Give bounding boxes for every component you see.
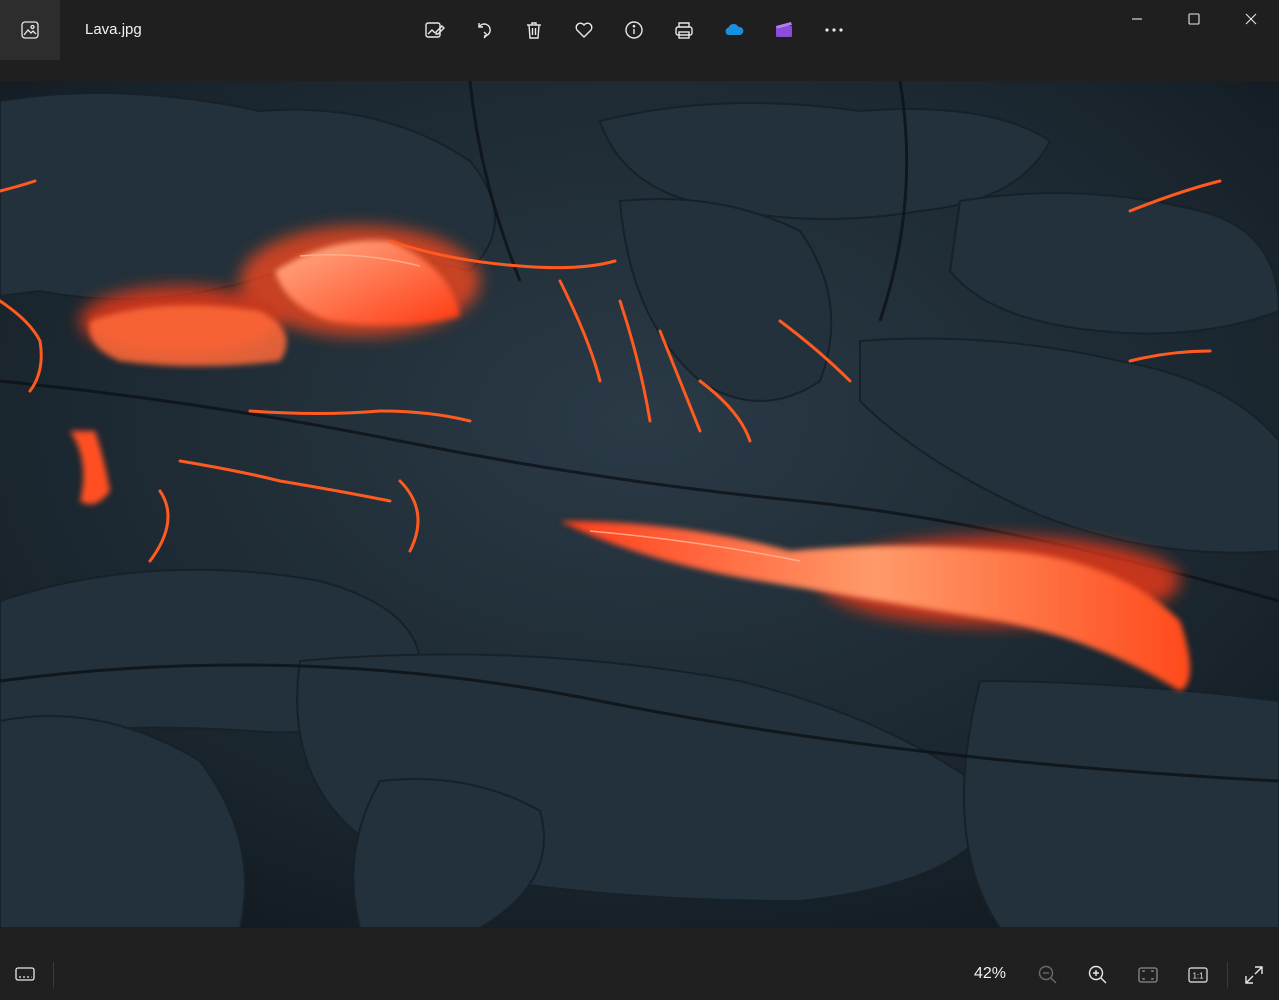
edit-image-button[interactable] bbox=[414, 10, 454, 50]
file-name-title: Lava.jpg bbox=[85, 21, 142, 38]
onedrive-cloud-icon bbox=[725, 24, 744, 35]
actual-size-button[interactable]: 1:1 bbox=[1178, 955, 1218, 995]
fit-to-window-icon bbox=[1138, 967, 1158, 983]
close-icon bbox=[1245, 13, 1256, 25]
window-controls bbox=[1108, 0, 1279, 38]
divider bbox=[1227, 962, 1228, 988]
clipchamp-icon bbox=[776, 22, 792, 37]
more-options-icon bbox=[825, 28, 843, 32]
actual-size-label: 1:1 bbox=[1192, 972, 1204, 981]
delete-button[interactable] bbox=[514, 10, 554, 50]
zoom-out-button[interactable] bbox=[1028, 955, 1068, 995]
close-button[interactable] bbox=[1222, 0, 1279, 38]
print-icon bbox=[675, 22, 693, 39]
onedrive-button[interactable] bbox=[714, 10, 754, 50]
print-button[interactable] bbox=[664, 10, 704, 50]
zoom-level: 42% bbox=[974, 965, 1007, 982]
filmstrip-toggle-button[interactable] bbox=[5, 952, 45, 996]
maximize-button[interactable] bbox=[1165, 0, 1222, 38]
delete-icon bbox=[527, 22, 541, 39]
actual-size-icon: 1:1 bbox=[1188, 967, 1208, 983]
edit-image-icon bbox=[425, 22, 445, 38]
expand-icon bbox=[1245, 966, 1263, 984]
favorite-button[interactable] bbox=[564, 10, 604, 50]
zoom-out-icon bbox=[1038, 965, 1057, 984]
maximize-icon bbox=[1187, 13, 1200, 25]
zoom-in-button[interactable] bbox=[1078, 955, 1118, 995]
fit-to-window-button[interactable] bbox=[1128, 955, 1168, 995]
lava-photo bbox=[0, 81, 1279, 928]
filmstrip-icon bbox=[15, 967, 35, 981]
minimize-icon bbox=[1131, 18, 1142, 20]
photos-app-icon[interactable] bbox=[0, 0, 60, 60]
divider bbox=[53, 962, 54, 988]
more-options-button[interactable] bbox=[814, 10, 854, 50]
image-viewer[interactable] bbox=[0, 81, 1279, 928]
minimize-button[interactable] bbox=[1108, 0, 1165, 38]
clipchamp-button[interactable] bbox=[764, 10, 804, 50]
zoom-in-icon bbox=[1088, 965, 1107, 984]
rotate-button[interactable] bbox=[464, 10, 504, 50]
rotate-icon bbox=[478, 23, 491, 39]
info-icon bbox=[625, 21, 643, 39]
favorite-heart-icon bbox=[575, 22, 593, 38]
info-button[interactable] bbox=[614, 10, 654, 50]
top-toolbar bbox=[414, 10, 854, 50]
full-screen-button[interactable] bbox=[1234, 955, 1274, 995]
